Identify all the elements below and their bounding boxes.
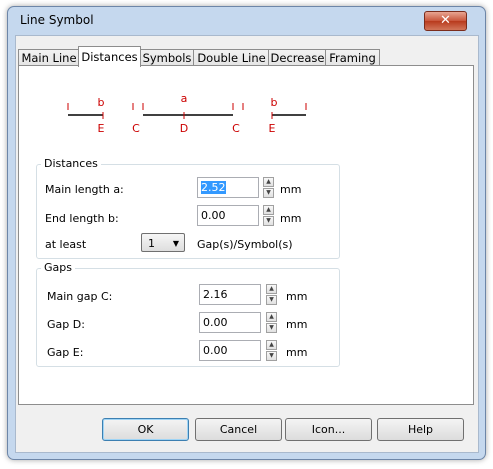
main-length-value: 2.52 [201,181,226,194]
chevron-down-icon: ▼ [172,239,179,248]
diagram-label-e-right: E [269,122,276,135]
close-button[interactable]: ✕ [424,11,467,31]
distances-group-title: Distances [41,157,101,170]
diagram-label-b-left: b [98,96,105,109]
main-gap-label: Main gap C: [47,290,113,303]
gap-e-spinner[interactable]: ▲ ▼ [266,340,277,361]
gap-d-label: Gap D: [47,318,85,331]
diagram-label-c-left: C [132,122,140,135]
spin-down-icon[interactable]: ▼ [266,351,277,361]
gap-d-spinner[interactable]: ▲ ▼ [266,312,277,333]
dialog-client: Main Line Distances Symbols Double Line … [15,35,479,453]
gap-d-unit: mm [286,318,308,331]
main-length-unit: mm [280,183,302,196]
distances-panel: b a b E C D C E Distances Main length a:… [18,65,474,405]
icon-button[interactable]: Icon... [285,418,372,441]
diagram-label-c-right: C [232,122,240,135]
spin-down-icon[interactable]: ▼ [266,323,277,333]
main-gap-spinner[interactable]: ▲ ▼ [266,284,277,305]
line-symbol-dialog: Line Symbol ✕ Main Line Distances Symbol… [7,6,486,460]
gaps-group-title: Gaps [41,261,75,274]
distances-group: Distances Main length a: 2.52 ▲ ▼ mm End … [36,157,340,259]
main-gap-unit: mm [286,290,308,303]
gaps-symbols-label: Gap(s)/Symbol(s) [197,238,293,251]
spin-up-icon[interactable]: ▲ [266,312,277,322]
end-length-label: End length b: [45,212,119,225]
diagram-label-b-right: b [271,96,278,109]
at-least-value: 1 [148,237,155,250]
main-length-label: Main length a: [45,183,124,196]
main-length-input[interactable]: 2.52 [197,177,259,198]
line-symbol-diagram: b a b E C D C E [67,92,307,135]
gap-e-label: Gap E: [47,346,84,359]
spin-up-icon[interactable]: ▲ [263,205,274,215]
main-gap-input[interactable]: 2.16 [199,284,261,305]
at-least-select[interactable]: 1 ▼ [141,233,185,252]
spin-up-icon[interactable]: ▲ [266,340,277,350]
end-length-unit: mm [280,212,302,225]
spin-up-icon[interactable]: ▲ [263,177,274,187]
gap-e-unit: mm [286,346,308,359]
spin-up-icon[interactable]: ▲ [266,284,277,294]
window-title: Line Symbol [20,13,94,27]
gaps-group: Gaps Main gap C: 2.16 ▲ ▼ mm Gap D: 0.00 … [36,261,340,367]
diagram-label-e-left: E [98,122,105,135]
diagram-label-a: a [181,92,188,105]
end-length-input[interactable]: 0.00 [197,205,259,226]
at-least-label: at least [45,238,87,251]
cancel-button[interactable]: Cancel [195,418,282,441]
spin-down-icon[interactable]: ▼ [266,295,277,305]
gap-e-input[interactable]: 0.00 [199,340,261,361]
gap-d-input[interactable]: 0.00 [199,312,261,333]
diagram-label-d: D [180,122,188,135]
tab-distances[interactable]: Distances [78,46,141,67]
ok-button[interactable]: OK [102,418,189,441]
help-button[interactable]: Help [377,418,464,441]
end-length-spinner[interactable]: ▲ ▼ [263,205,274,226]
main-length-spinner[interactable]: ▲ ▼ [263,177,274,198]
title-bar: Line Symbol ✕ [8,7,485,33]
spin-down-icon[interactable]: ▼ [263,216,274,226]
spin-down-icon[interactable]: ▼ [263,188,274,198]
